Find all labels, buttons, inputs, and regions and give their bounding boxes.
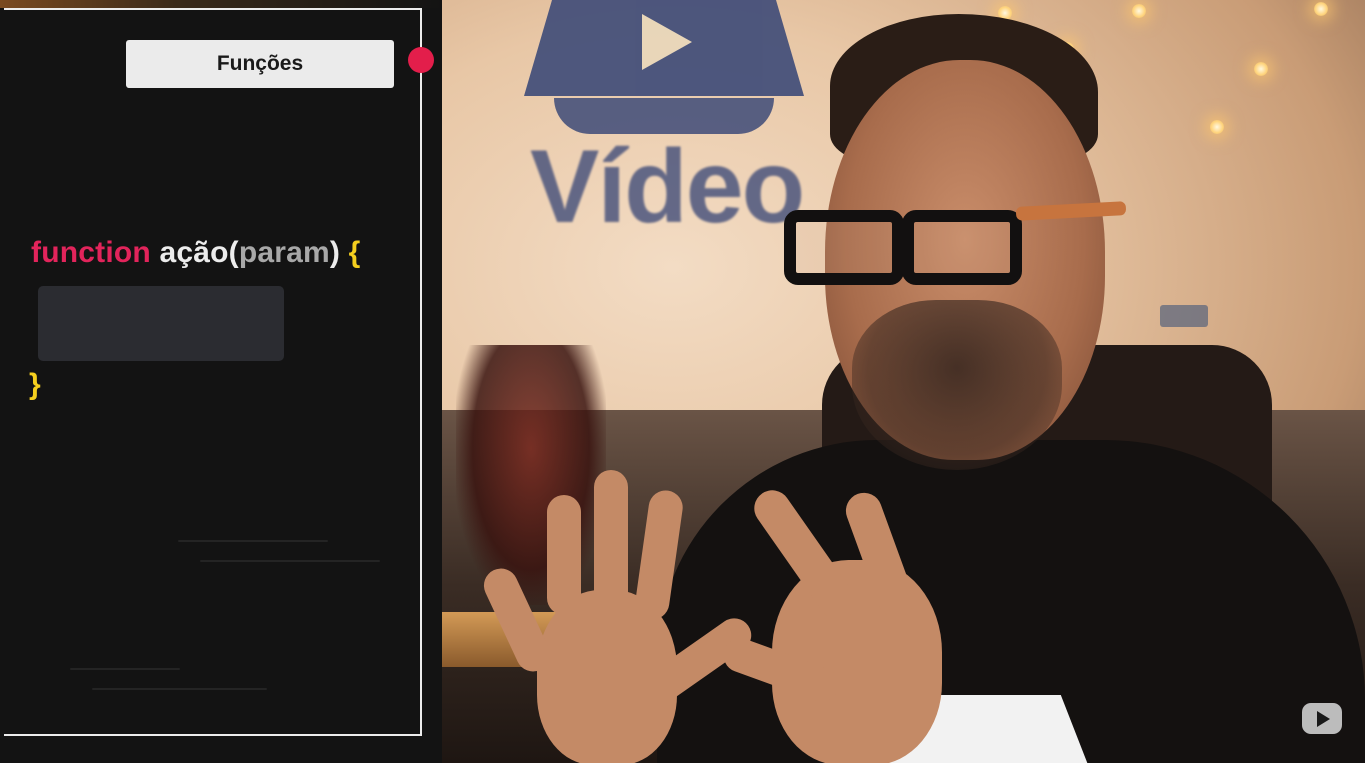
code-open-brace: { xyxy=(348,236,361,269)
play-triangle-icon xyxy=(1317,710,1330,727)
presenter-beard xyxy=(852,300,1062,470)
logo-play-icon xyxy=(642,14,692,70)
faded-line xyxy=(70,668,180,670)
lamp-bulb xyxy=(1210,120,1224,134)
code-close-brace: } xyxy=(29,368,41,401)
code-close-paren: ) xyxy=(329,236,341,269)
code-parameter: param xyxy=(238,236,330,269)
code-function-name: ação xyxy=(159,236,229,269)
glasses-lens xyxy=(902,210,1022,285)
wall-logo-text: Vídeo xyxy=(530,129,805,245)
faded-line xyxy=(178,540,328,542)
code-open-paren: ( xyxy=(228,236,239,269)
logo-screen-graphic xyxy=(524,0,804,96)
panel-top-edge xyxy=(0,0,442,8)
faded-line xyxy=(92,688,267,690)
background-monitor xyxy=(1160,305,1208,327)
code-overlay-panel: Funções function ação(param) { } xyxy=(0,0,442,763)
code-keyword: function xyxy=(31,236,151,269)
lamp-bulb xyxy=(1314,2,1328,16)
glasses-lens xyxy=(784,210,904,285)
topic-title: Funções xyxy=(126,40,394,88)
finger xyxy=(547,495,581,615)
glasses-arm xyxy=(1015,201,1127,221)
video-frame: Vídeo xyxy=(442,0,1365,763)
youtube-play-icon[interactable] xyxy=(1302,703,1342,734)
lamp-bulb xyxy=(1132,4,1146,18)
faded-line xyxy=(200,560,380,562)
action-figure xyxy=(456,345,606,605)
presenter-glasses xyxy=(784,200,1127,290)
finger xyxy=(594,470,628,610)
panel-frame xyxy=(4,8,422,736)
code-body-placeholder xyxy=(38,286,284,361)
lamp-bulb xyxy=(1254,62,1268,76)
record-dot-icon xyxy=(408,47,434,73)
function-signature: function ação(param) { xyxy=(31,236,361,270)
